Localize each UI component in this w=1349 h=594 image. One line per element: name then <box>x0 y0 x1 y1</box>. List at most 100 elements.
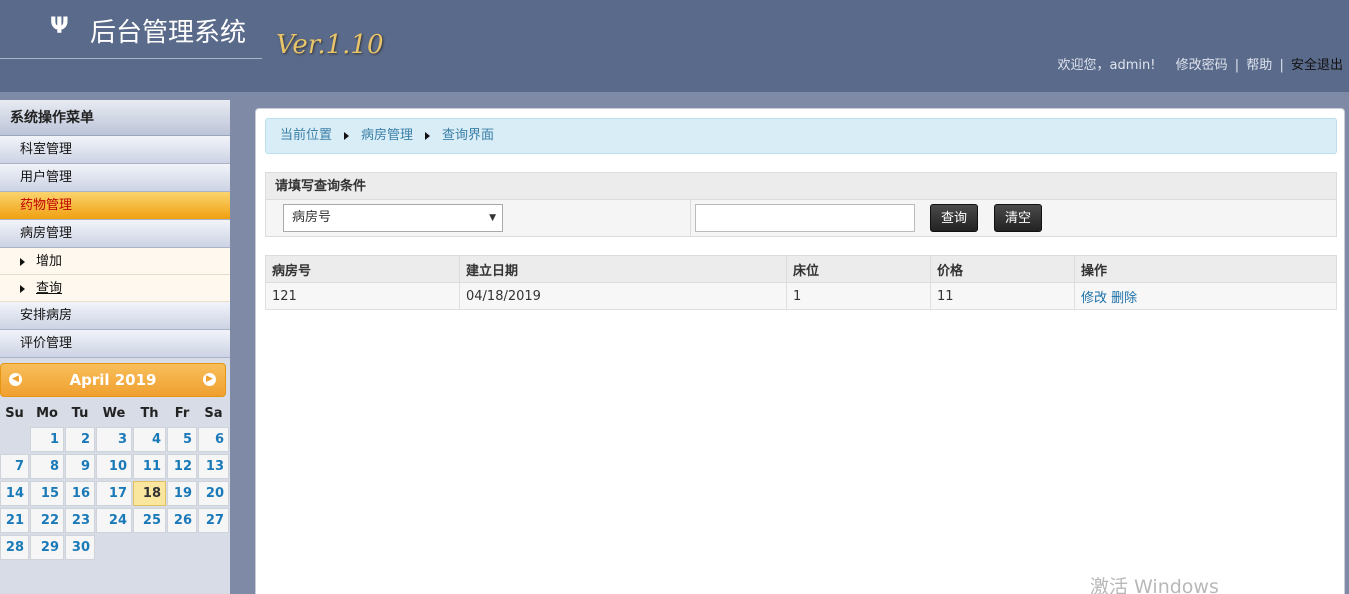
version-label: Ver.1.10 <box>276 30 384 60</box>
sidebar-item-department[interactable]: 科室管理 <box>0 136 230 164</box>
calendar-grid: Su Mo Tu We Th Fr Sa 1 2 3 4 5 6 7 8 9 10 11 12 13 14 15 16 17 1… <box>0 403 229 560</box>
calendar-day[interactable]: 21 <box>0 508 29 533</box>
sidebar-subitem-query[interactable]: 查询 <box>0 275 230 302</box>
breadcrumb-item[interactable]: 病房管理 <box>361 128 413 143</box>
calendar-day[interactable]: 11 <box>133 454 166 479</box>
calendar-day[interactable]: 28 <box>0 535 29 560</box>
cell-room: 121 <box>265 282 460 310</box>
logout-link[interactable]: 安全退出 <box>1291 58 1343 73</box>
main-panel: 当前位置 病房管理 查询界面 请填写查询条件 病房号 ▼ 查询 清空 病房号 建立日… <box>255 108 1345 594</box>
triangle-right-icon <box>20 284 25 293</box>
calendar-day[interactable]: 6 <box>198 427 229 452</box>
calendar-weekday: Mo <box>36 406 58 421</box>
calendar-day[interactable]: 2 <box>65 427 95 452</box>
calendar-day[interactable]: 14 <box>0 481 29 506</box>
calendar-day[interactable]: 8 <box>30 454 64 479</box>
divider <box>690 200 691 236</box>
calendar-weekday: Sa <box>204 406 223 421</box>
query-heading: 请填写查询条件 <box>266 173 1336 200</box>
arrow-right-icon <box>425 131 431 140</box>
calendar-day[interactable]: 22 <box>30 508 64 533</box>
query-input[interactable] <box>695 204 915 232</box>
calendar-day[interactable]: 16 <box>65 481 95 506</box>
calendar-weekday: Th <box>140 406 159 421</box>
column-header-room: 病房号 <box>265 255 460 283</box>
welcome-text: 欢迎您，admin! <box>1057 58 1156 73</box>
calendar-day[interactable]: 13 <box>198 454 229 479</box>
sidebar-item-ward[interactable]: 病房管理 <box>0 220 230 248</box>
calendar-weekday: Su <box>5 406 24 421</box>
result-table: 病房号 建立日期 床位 价格 操作 121 04/18/2019 1 11 修改… <box>265 255 1337 310</box>
table-row: 121 04/18/2019 1 11 修改 删除 <box>265 282 1337 310</box>
calendar-weekday: Tu <box>71 406 89 421</box>
trident-logo-icon: Ψ <box>50 14 69 39</box>
app-title: 后台管理系统 <box>90 18 247 48</box>
link-separator: | <box>1234 58 1240 73</box>
sidebar-item-medicine[interactable]: 药物管理 <box>0 192 230 220</box>
calendar: ◀ April 2019 ▶ Su Mo Tu We Th Fr Sa 1 2 3 4 5 6 7 8 9 10… <box>0 361 229 560</box>
menu-title: 系统操作菜单 <box>0 100 230 136</box>
column-header-beds: 床位 <box>786 255 931 283</box>
field-select-value: 病房号 <box>292 210 332 225</box>
clear-button[interactable]: 清空 <box>994 204 1042 232</box>
delete-link[interactable]: 删除 <box>1111 291 1137 306</box>
cell-actions: 修改 删除 <box>1074 282 1337 310</box>
sidebar-subitem-label: 增加 <box>36 254 63 269</box>
calendar-day[interactable]: 3 <box>96 427 132 452</box>
dropdown-arrow-icon: ▼ <box>489 213 496 223</box>
calendar-header: ◀ April 2019 ▶ <box>0 363 226 397</box>
calendar-empty-cell <box>0 427 29 452</box>
sidebar-subitem-label: 查询 <box>36 281 63 296</box>
calendar-day[interactable]: 15 <box>30 481 64 506</box>
cell-date: 04/18/2019 <box>459 282 787 310</box>
column-header-actions: 操作 <box>1074 255 1337 283</box>
sidebar-item-assign-ward[interactable]: 安排病房 <box>0 302 230 330</box>
calendar-day[interactable]: 27 <box>198 508 229 533</box>
calendar-day[interactable]: 23 <box>65 508 95 533</box>
query-row: 病房号 ▼ 查询 清空 <box>266 200 1336 236</box>
calendar-day[interactable]: 29 <box>30 535 64 560</box>
sidebar-item-evaluation[interactable]: 评价管理 <box>0 330 230 358</box>
breadcrumb: 当前位置 病房管理 查询界面 <box>265 118 1337 154</box>
calendar-day[interactable]: 24 <box>96 508 132 533</box>
calendar-day[interactable]: 26 <box>167 508 197 533</box>
top-links: 欢迎您，admin! 修改密码 | 帮助 | 安全退出 <box>1058 54 1343 73</box>
field-select[interactable]: 病房号 ▼ <box>283 204 503 232</box>
breadcrumb-item: 查询界面 <box>442 128 495 143</box>
calendar-day[interactable]: 20 <box>198 481 229 506</box>
cell-beds: 1 <box>786 282 931 310</box>
calendar-day[interactable]: 17 <box>96 481 132 506</box>
calendar-day[interactable]: 25 <box>133 508 166 533</box>
chevron-right-icon[interactable]: ▶ <box>203 373 216 386</box>
header: Ψ 后台管理系统 Ver.1.10 欢迎您，admin! 修改密码 | 帮助 |… <box>0 0 1349 92</box>
sidebar-subitem-add[interactable]: 增加 <box>0 248 230 275</box>
calendar-day[interactable]: 10 <box>96 454 132 479</box>
calendar-day[interactable]: 1 <box>30 427 64 452</box>
calendar-weekday: Fr <box>174 406 190 421</box>
calendar-day[interactable]: 5 <box>167 427 197 452</box>
column-header-date: 建立日期 <box>459 255 787 283</box>
calendar-weekday: We <box>102 406 126 421</box>
table-header-row: 病房号 建立日期 床位 价格 操作 <box>265 255 1337 283</box>
change-password-link[interactable]: 修改密码 <box>1176 58 1228 73</box>
link-separator: | <box>1279 58 1284 73</box>
calendar-day-today[interactable]: 18 <box>133 481 166 506</box>
edit-link[interactable]: 修改 <box>1081 291 1107 306</box>
column-header-price: 价格 <box>930 255 1075 283</box>
calendar-day[interactable]: 30 <box>65 535 95 560</box>
search-button[interactable]: 查询 <box>930 204 978 232</box>
calendar-title: April 2019 <box>69 371 157 389</box>
arrow-right-icon <box>344 131 350 140</box>
calendar-day[interactable]: 12 <box>167 454 197 479</box>
calendar-day[interactable]: 9 <box>65 454 95 479</box>
cell-price: 11 <box>930 282 1075 310</box>
calendar-day[interactable]: 7 <box>0 454 29 479</box>
calendar-day[interactable]: 4 <box>133 427 166 452</box>
triangle-right-icon <box>20 257 25 266</box>
query-form: 请填写查询条件 病房号 ▼ 查询 清空 <box>265 172 1337 237</box>
breadcrumb-item: 当前位置 <box>280 128 333 143</box>
calendar-day[interactable]: 19 <box>167 481 197 506</box>
title-underline <box>0 58 262 59</box>
sidebar-item-users[interactable]: 用户管理 <box>0 164 230 192</box>
help-link[interactable]: 帮助 <box>1246 58 1272 73</box>
